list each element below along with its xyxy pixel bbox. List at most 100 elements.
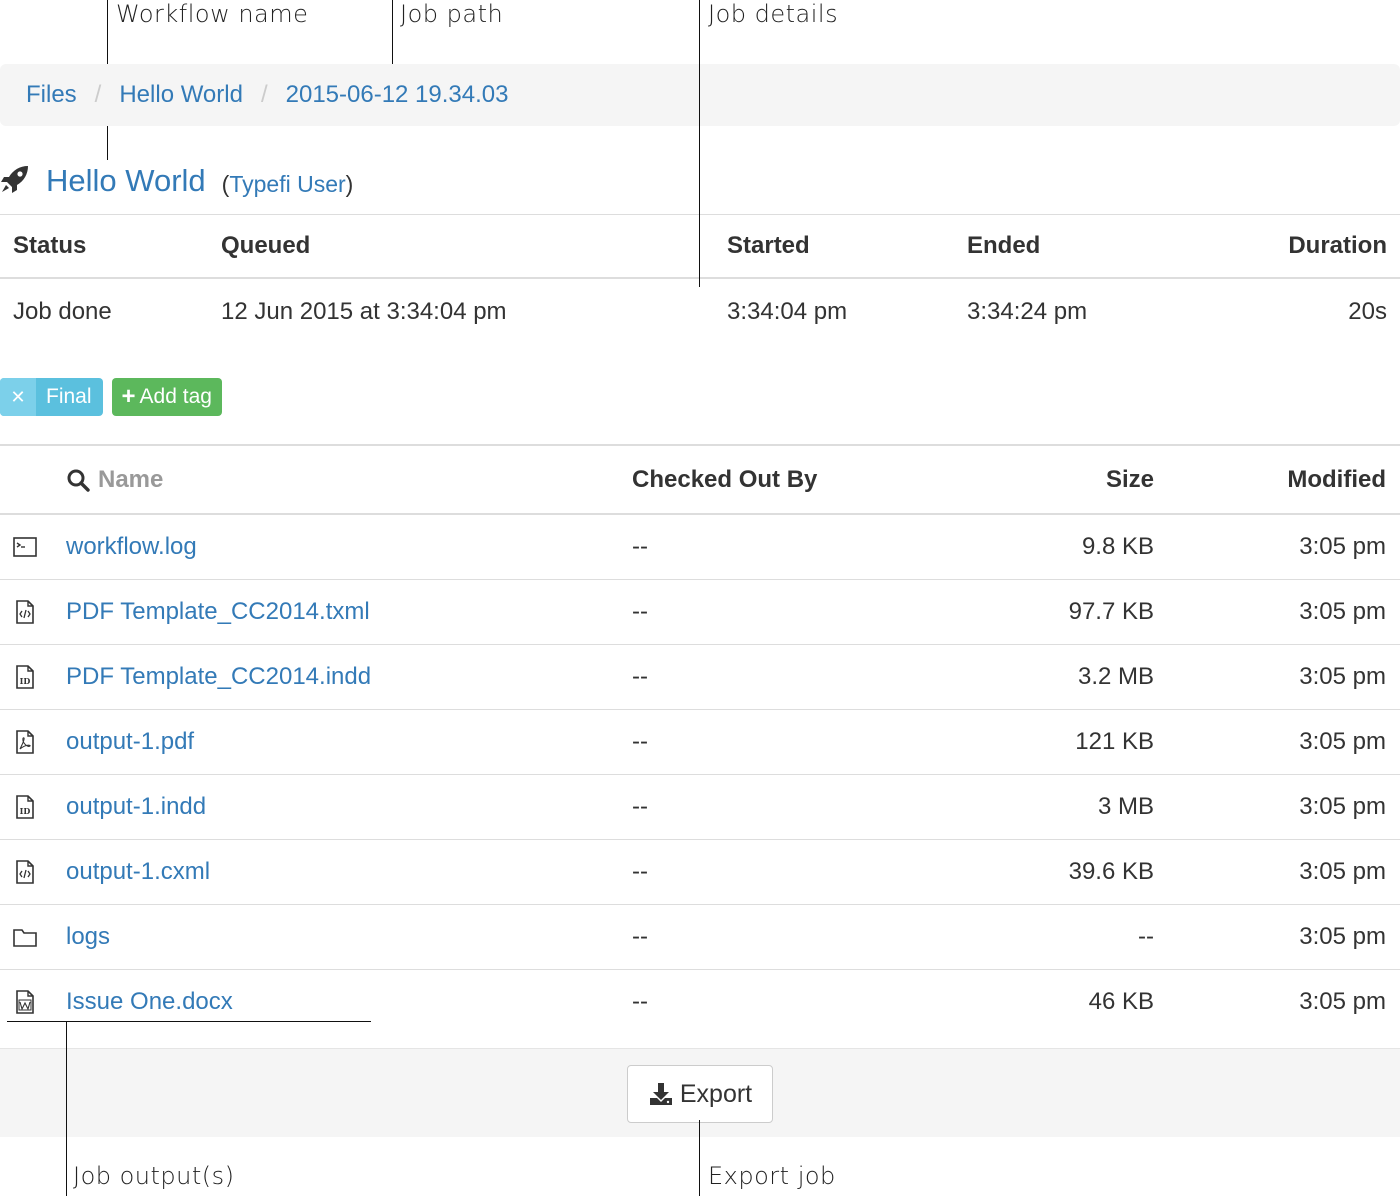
terminal-file-icon bbox=[13, 536, 37, 557]
callout-job-path: Job path bbox=[400, 0, 504, 28]
file-modified: 3:05 pm bbox=[1168, 644, 1400, 710]
value-ended: 3:34:24 pm bbox=[967, 297, 1088, 325]
indesign-file-icon: ID bbox=[16, 664, 34, 689]
tag-bar: ✕ Final + Add tag bbox=[0, 378, 222, 416]
add-tag-button[interactable]: + Add tag bbox=[111, 378, 222, 416]
file-modified: 3:05 pm bbox=[1168, 514, 1400, 580]
job-title-row: Hello World (Typefi User) bbox=[0, 158, 353, 204]
file-row[interactable]: output-1.pdf -- 121 KB 3:05 pm bbox=[0, 709, 1400, 775]
header-size: Size bbox=[978, 444, 1168, 515]
code-file-icon bbox=[16, 859, 34, 884]
breadcrumb-item-workflow[interactable]: Hello World bbox=[119, 81, 243, 109]
header-status: Status bbox=[0, 214, 208, 279]
file-checked-out-by: -- bbox=[618, 774, 978, 840]
file-checked-out-by: -- bbox=[618, 644, 978, 710]
file-row[interactable]: ID output-1.indd -- 3 MB 3:05 pm bbox=[0, 774, 1400, 840]
file-row[interactable]: output-1.cxml -- 39.6 KB 3:05 pm bbox=[0, 839, 1400, 905]
breadcrumb-separator: / bbox=[94, 81, 102, 108]
export-panel: Export bbox=[0, 1048, 1400, 1137]
file-name[interactable]: PDF Template_CC2014.txml bbox=[52, 579, 618, 645]
file-size: 121 KB bbox=[978, 709, 1168, 775]
file-row[interactable]: ID PDF Template_CC2014.indd -- 3.2 MB 3:… bbox=[0, 644, 1400, 710]
breadcrumb-item-files[interactable]: Files bbox=[26, 81, 77, 109]
file-size: 9.8 KB bbox=[978, 514, 1168, 580]
file-size: 3.2 MB bbox=[978, 644, 1168, 710]
svg-text:ID: ID bbox=[20, 676, 31, 686]
indesign-file-icon: ID bbox=[16, 794, 34, 819]
export-button[interactable]: Export bbox=[627, 1065, 773, 1123]
callout-line-job-outputs-underline bbox=[7, 1021, 371, 1022]
breadcrumb-item-job[interactable]: 2015-06-12 19.34.03 bbox=[286, 81, 509, 109]
header-checked-out-by: Checked Out By bbox=[618, 444, 978, 515]
header-ended: Ended bbox=[954, 214, 1195, 279]
search-icon[interactable] bbox=[66, 468, 90, 492]
value-duration: 20s bbox=[1348, 297, 1387, 325]
folder-icon bbox=[13, 928, 37, 947]
file-modified: 3:05 pm bbox=[1299, 987, 1386, 1015]
file-size: 46 KB bbox=[1088, 987, 1154, 1015]
header-queued: Queued bbox=[208, 214, 714, 279]
value-started: 3:34:04 pm bbox=[727, 297, 848, 325]
header-modified: Modified bbox=[1168, 444, 1400, 515]
file-name[interactable]: output-1.indd bbox=[52, 774, 618, 840]
file-checked-out-by: -- bbox=[618, 579, 978, 645]
file-name[interactable]: workflow.log bbox=[52, 514, 618, 580]
file-checked-out-by: -- bbox=[618, 514, 978, 580]
value-status: Job done bbox=[13, 297, 112, 325]
file-modified: 3:05 pm bbox=[1168, 904, 1400, 970]
job-details-table: Status Queued Started Ended Duration Job… bbox=[0, 214, 1400, 345]
file-name[interactable]: logs bbox=[52, 904, 618, 970]
file-checked-out-by: -- bbox=[632, 987, 648, 1015]
callout-line-job-outputs bbox=[66, 1021, 67, 1196]
callout-workflow-name: Workflow name bbox=[116, 0, 309, 28]
value-queued: 12 Jun 2015 at 3:34:04 pm bbox=[221, 297, 507, 325]
tag-final: ✕ Final bbox=[0, 378, 103, 416]
file-size: 3 MB bbox=[978, 774, 1168, 840]
file-modified: 3:05 pm bbox=[1168, 709, 1400, 775]
download-icon bbox=[649, 1083, 672, 1105]
file-checked-out-by: -- bbox=[618, 839, 978, 905]
file-name[interactable]: Issue One.docx bbox=[52, 969, 618, 1034]
file-checked-out-by: -- bbox=[618, 904, 978, 970]
job-title[interactable]: Hello World bbox=[46, 163, 206, 199]
callout-line-job-details bbox=[699, 0, 700, 287]
job-user-name[interactable]: Typefi User bbox=[229, 171, 345, 197]
svg-text:ID: ID bbox=[20, 806, 31, 816]
breadcrumb: Files / Hello World / 2015-06-12 19.34.0… bbox=[0, 64, 1400, 126]
pdf-file-icon bbox=[16, 729, 34, 754]
callout-job-details: Job details bbox=[708, 0, 839, 28]
file-row[interactable]: logs -- -- 3:05 pm bbox=[0, 904, 1400, 970]
callout-job-outputs: Job output(s) bbox=[73, 1162, 235, 1190]
file-name[interactable]: output-1.pdf bbox=[52, 709, 618, 775]
callout-export-job: Export job bbox=[708, 1162, 836, 1190]
word-file-icon bbox=[16, 989, 34, 1014]
file-row[interactable]: PDF Template_CC2014.txml -- 97.7 KB 3:05… bbox=[0, 579, 1400, 645]
header-duration: Duration bbox=[1194, 214, 1400, 279]
header-name: Name bbox=[98, 465, 164, 493]
files-header-row: Name Checked Out By Size Modified bbox=[0, 444, 1400, 515]
tag-label[interactable]: Final bbox=[36, 378, 103, 416]
file-modified: 3:05 pm bbox=[1168, 579, 1400, 645]
name-column-header[interactable]: Name bbox=[52, 444, 618, 515]
file-name[interactable]: PDF Template_CC2014.indd bbox=[52, 644, 618, 710]
callout-line-export-job bbox=[699, 1120, 700, 1196]
breadcrumb-separator: / bbox=[260, 81, 268, 108]
add-tag-label: Add tag bbox=[139, 385, 212, 408]
file-size: -- bbox=[978, 904, 1168, 970]
file-name[interactable]: output-1.cxml bbox=[52, 839, 618, 905]
file-modified: 3:05 pm bbox=[1168, 839, 1400, 905]
files-table: Name Checked Out By Size Modified workfl… bbox=[0, 444, 1400, 1034]
file-row[interactable]: Issue One.docx -- 46 KB 3:05 pm bbox=[0, 969, 1400, 1034]
rocket-icon bbox=[0, 164, 30, 199]
file-modified: 3:05 pm bbox=[1168, 774, 1400, 840]
file-size: 39.6 KB bbox=[978, 839, 1168, 905]
file-checked-out-by: -- bbox=[618, 709, 978, 775]
header-started: Started bbox=[714, 214, 954, 279]
plus-icon: + bbox=[121, 383, 136, 410]
file-size: 97.7 KB bbox=[978, 579, 1168, 645]
file-row[interactable]: workflow.log -- 9.8 KB 3:05 pm bbox=[0, 514, 1400, 580]
close-icon[interactable]: ✕ bbox=[0, 378, 36, 416]
export-label: Export bbox=[679, 1079, 753, 1108]
code-file-icon bbox=[16, 599, 34, 624]
job-user: (Typefi User) bbox=[221, 170, 354, 197]
